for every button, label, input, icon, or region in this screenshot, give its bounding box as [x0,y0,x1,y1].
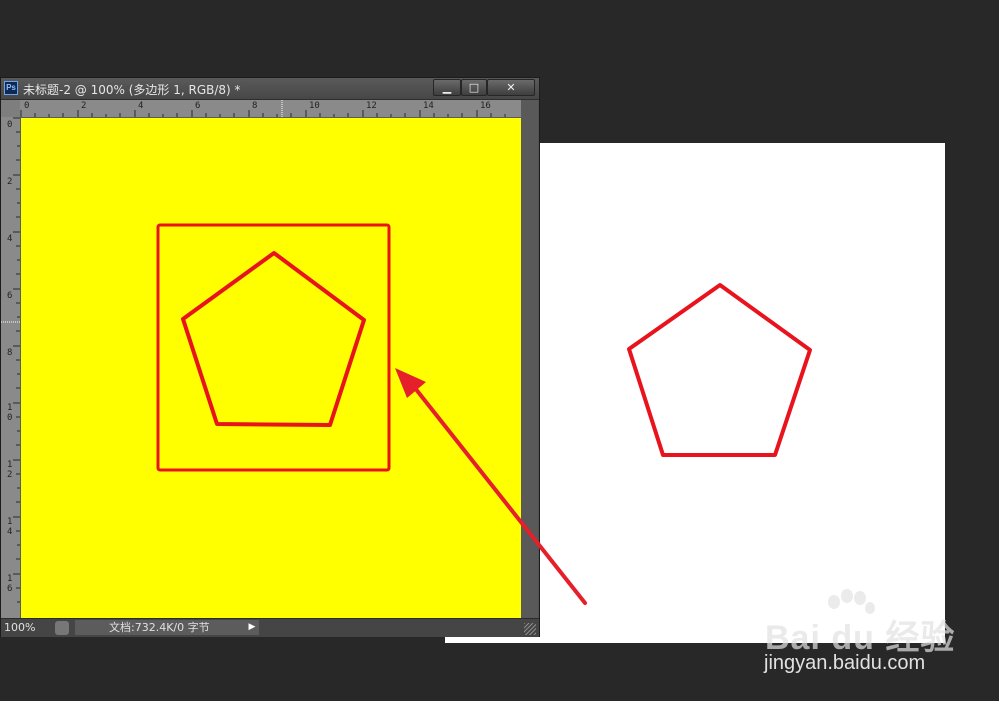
ruler-v-label: 1 0 [7,403,13,423]
zoom-level-field[interactable]: 100% [4,620,49,635]
document-canvas[interactable] [21,118,521,618]
status-bar: 100% 文档:732.4K/0 字节 ▶ [1,618,539,637]
maximize-button[interactable]: □ [461,79,487,96]
close-button[interactable]: ✕ [487,79,535,96]
status-options-icon[interactable] [55,621,69,635]
baidu-watermark-logo: Bai du 经验 [765,619,956,657]
ruler-v-label: 1 4 [7,517,13,537]
ruler-v-label: 4 [7,234,13,244]
document-title: 未标题-2 @ 100% (多边形 1, RGB/8) * [23,83,241,97]
ruler-v-label: 1 6 [7,574,13,594]
canvas-shapes [156,223,391,472]
ruler-h-label: 6 [195,101,201,111]
ruler-origin[interactable] [1,100,20,117]
horizontal-ruler[interactable]: 0 2 4 6 8 10 12 14 16 [20,100,521,118]
ruler-v-label: 6 [7,291,13,301]
pentagon-shape[interactable] [181,251,366,427]
vertical-scrollbar[interactable] [521,100,538,618]
vertical-ruler[interactable]: 0 2 4 6 8 1 0 1 2 1 4 1 6 [1,117,21,618]
minimize-button[interactable]: ▁ [433,79,461,96]
resize-grip-icon[interactable] [524,623,536,635]
ruler-h-label: 4 [138,101,144,111]
status-menu-arrow-icon[interactable]: ▶ [245,620,259,635]
ruler-h-label: 14 [423,101,434,111]
ruler-v-label: 1 2 [7,460,13,480]
ruler-h-label: 0 [24,101,30,111]
photoshop-app-icon: Ps [4,81,18,95]
window-titlebar[interactable]: Ps 未标题-2 @ 100% (多边形 1, RGB/8) * ▁ □ ✕ [1,78,539,100]
ruler-h-label: 16 [480,101,491,111]
ruler-v-label: 8 [7,348,13,358]
ruler-v-label: 0 [7,120,13,130]
ruler-h-label: 10 [309,101,320,111]
ruler-h-label: 12 [366,101,377,111]
baidu-watermark-url: jingyan.baidu.com [764,652,926,674]
pentagon-shape-white[interactable] [627,283,812,457]
ruler-h-label: 8 [252,101,258,111]
ruler-h-label: 2 [81,101,87,111]
ruler-v-label: 2 [7,177,13,187]
photoshop-document-window: Ps 未标题-2 @ 100% (多边形 1, RGB/8) * ▁ □ ✕ 0… [0,77,540,637]
document-info-text: 文档:732.4K/0 字节 [75,620,245,635]
